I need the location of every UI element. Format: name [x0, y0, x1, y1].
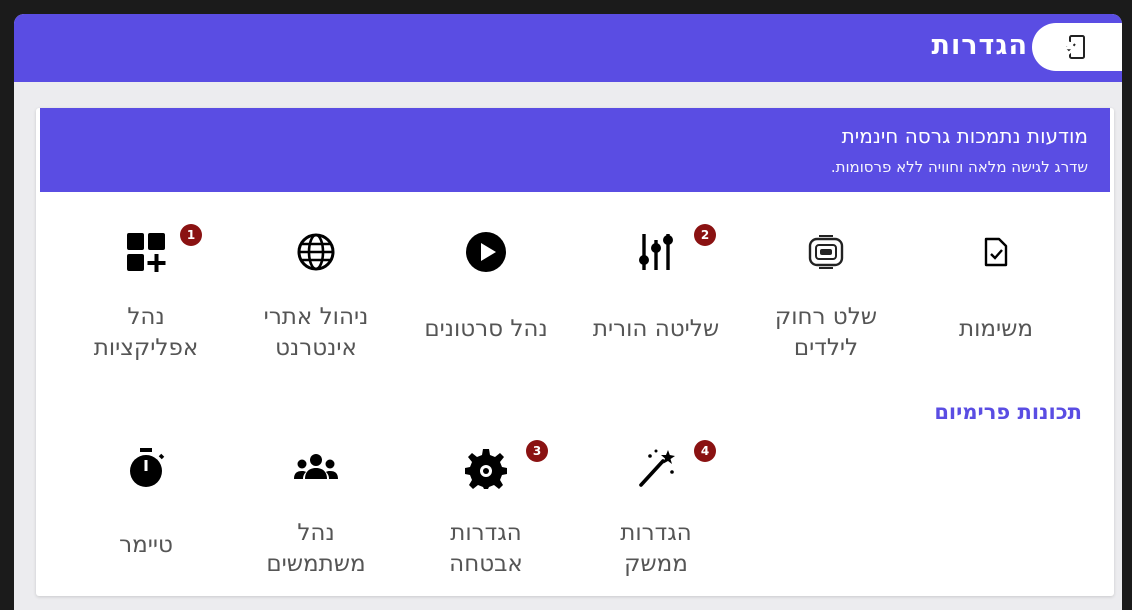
tile-remote-control[interactable]: שלט רחוק לילדים [736, 214, 916, 364]
tile-manage-apps[interactable]: 1 נהל אפליקציות [56, 214, 236, 364]
tile-parental-control[interactable]: 2 שליטה הורית [566, 214, 746, 364]
tile-label: נהל סרטונים [424, 316, 548, 342]
top-app-bar: הגדרות [14, 14, 1122, 82]
notification-badge: 4 [694, 440, 716, 462]
tile-label: הגדרות ממשק [620, 520, 692, 577]
app-window: הגדרות מודעות נתמכות גרסה חינמית שדרג לג… [14, 14, 1122, 610]
notification-badge: 3 [526, 440, 548, 462]
premium-section-title: תכונות פרימיום [934, 400, 1082, 424]
tile-label: משימות [958, 316, 1034, 342]
notification-badge: 2 [694, 224, 716, 246]
tile-label: שליטה הורית [592, 316, 720, 342]
magic-wand-icon [639, 449, 675, 487]
globe-icon [297, 233, 335, 271]
apps-add-icon [127, 233, 166, 272]
banner-subtitle: שדרג לגישה מלאה וחוויה ללא פרסומות. [830, 158, 1088, 176]
tile-label: טיימר [119, 532, 173, 558]
upgrade-banner[interactable]: מודעות נתמכות גרסה חינמית שדרג לגישה מלא… [40, 108, 1110, 192]
security-gear-icon [465, 449, 507, 489]
tile-label: שלט רחוק לילדים [774, 304, 878, 361]
remote-control-icon [808, 235, 844, 269]
timer-icon [130, 448, 165, 487]
tile-manage-videos[interactable]: נהל סרטונים [396, 214, 576, 364]
sliders-icon [639, 234, 673, 270]
tile-label: הגדרות אבטחה [449, 520, 523, 577]
arrow-forward-icon [1055, 39, 1076, 57]
tile-interface-settings[interactable]: 4 הגדרות ממשק [566, 430, 746, 580]
tile-timer[interactable]: טיימר [56, 430, 236, 580]
notification-badge: 1 [180, 224, 202, 246]
tile-label: נהל משתמשים [266, 520, 366, 577]
tile-label: נהל אפליקציות [93, 304, 199, 361]
back-button[interactable] [1050, 32, 1082, 64]
tile-label: ניהול אתרי אינטרנט [263, 304, 369, 361]
banner-title: מודעות נתמכות גרסה חינמית [841, 124, 1088, 148]
play-icon [466, 232, 506, 272]
users-icon [294, 454, 338, 479]
tile-manage-users[interactable]: נהל משתמשים [226, 430, 406, 580]
tile-security-settings[interactable]: 3 הגדרות אבטחה [396, 430, 576, 580]
page-title: הגדרות [931, 30, 1028, 61]
task-checklist-icon [984, 237, 1008, 267]
tile-manage-websites[interactable]: ניהול אתרי אינטרנט [226, 214, 406, 364]
tile-tasks[interactable]: משימות [906, 214, 1086, 364]
